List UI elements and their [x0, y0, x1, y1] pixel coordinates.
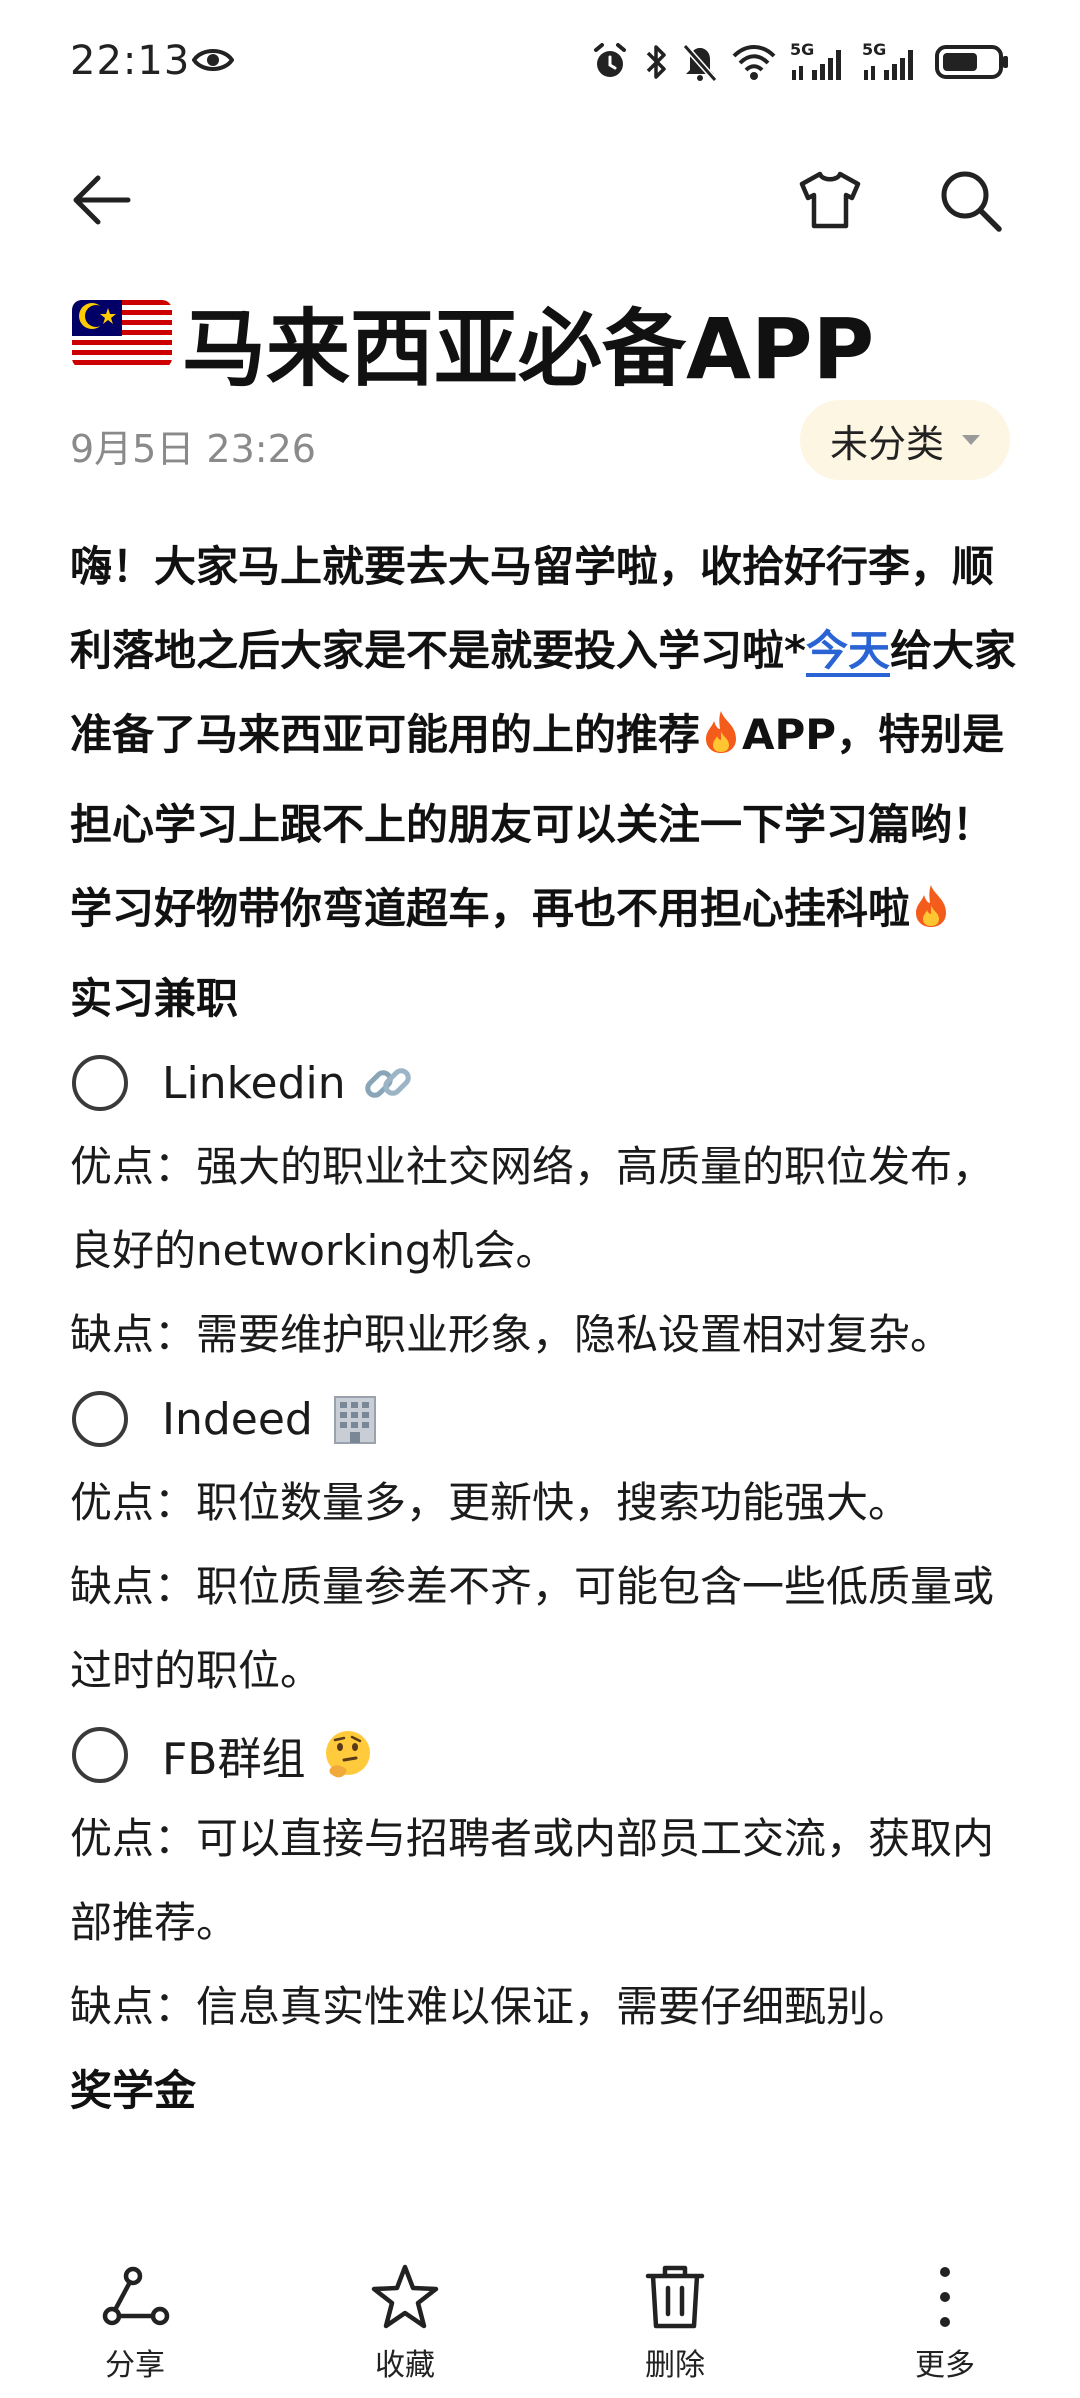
pros-text: 优点：强大的职业社交网络，高质量的职位发布，良好的networking机会。	[70, 1142, 995, 1275]
checklist-item: Indeed	[70, 1377, 1020, 1461]
cons-text: 缺点：需要维护职业形象，隐私设置相对复杂。	[70, 1310, 953, 1359]
checklist-label: Indeed	[162, 1393, 313, 1445]
category-dropdown[interactable]: 未分类	[799, 400, 1010, 480]
search-icon	[941, 171, 1002, 232]
status-icons: 5G 5G	[590, 40, 1010, 84]
category-label: 未分类	[829, 421, 944, 466]
malaysia-flag-icon	[70, 294, 174, 392]
alarm-icon	[594, 43, 626, 77]
back-arrow-icon	[73, 175, 131, 225]
section-title: 实习兼职	[70, 974, 239, 1023]
star-icon	[370, 2262, 440, 2332]
checklist-label: FB群组	[162, 1734, 306, 1785]
cons-text: 缺点：信息真实性难以保证，需要仔细甄别。	[70, 1982, 911, 2031]
tshirt-icon	[799, 171, 861, 229]
share-button[interactable]: 分享	[35, 2240, 235, 2398]
more-vertical-icon	[910, 2262, 980, 2332]
note-title-row: 马来西亚必备APP	[70, 282, 874, 403]
fire-icon	[700, 699, 742, 783]
pros-text: 优点：可以直接与招聘者或内部员工交流，获取内部推荐。	[70, 1814, 995, 1947]
delete-button[interactable]: 删除	[575, 2240, 775, 2398]
bottom-action-bar: 分享 收藏 删除 更多	[0, 2240, 1080, 2398]
status-bar: 22:13 5G 5G	[0, 0, 1080, 130]
note-title[interactable]: 马来西亚必备APP	[182, 282, 874, 403]
office-building-icon	[327, 1391, 383, 1447]
eye-icon	[191, 46, 235, 78]
note-meta-row: 9月5日 23:26 未分类	[70, 400, 1010, 480]
back-button[interactable]	[62, 160, 142, 240]
more-button[interactable]: 更多	[845, 2240, 1045, 2398]
battery-icon	[935, 45, 1008, 79]
checklist-item: FB群组	[70, 1713, 1020, 1797]
bluetooth-icon	[646, 45, 666, 79]
dropdown-triangle-icon	[962, 435, 980, 445]
checkbox[interactable]	[72, 1055, 128, 1111]
favorite-button[interactable]: 收藏	[305, 2240, 505, 2398]
more-label: 更多	[915, 2348, 975, 2383]
pros-text: 优点：职位数量多，更新快，搜索功能强大。	[70, 1478, 911, 1527]
note-date: 9月5日 23:26	[70, 427, 316, 471]
signal-5g-icon-2: 5G	[862, 40, 920, 84]
today-link[interactable]: 今天	[806, 626, 890, 675]
signal-5g-icon-1: 5G	[790, 40, 848, 84]
wifi-icon	[732, 45, 776, 80]
theme-button[interactable]	[790, 160, 870, 240]
checklist-item: Linkedin	[70, 1041, 1020, 1125]
link-icon	[360, 1055, 416, 1111]
checkbox[interactable]	[72, 1727, 128, 1783]
top-toolbar	[0, 140, 1080, 260]
cons-text: 缺点：职位质量参差不齐，可能包含一些低质量或过时的职位。	[70, 1562, 995, 1695]
intro-paragraph: 嗨！大家马上就要去大马留学啦，收拾好行李，顺利落地之后大家是不是就要投入学习啦*…	[70, 525, 1020, 957]
note-content[interactable]: 嗨！大家马上就要去大马留学啦，收拾好行李，顺利落地之后大家是不是就要投入学习啦*…	[70, 525, 1020, 2240]
search-button[interactable]	[930, 160, 1010, 240]
checkbox[interactable]	[72, 1391, 128, 1447]
fire-icon	[910, 873, 952, 957]
share-label: 分享	[105, 2348, 165, 2383]
next-section-title: 奖学金	[70, 2066, 197, 2115]
favorite-label: 收藏	[375, 2348, 435, 2383]
checklist-label: Linkedin	[162, 1057, 346, 1109]
delete-label: 删除	[645, 2348, 705, 2383]
status-time: 22:13	[70, 38, 191, 84]
trash-icon	[640, 2262, 710, 2332]
thinking-face-icon	[320, 1727, 376, 1783]
share-icon	[100, 2262, 170, 2332]
mute-bell-icon	[682, 44, 718, 82]
